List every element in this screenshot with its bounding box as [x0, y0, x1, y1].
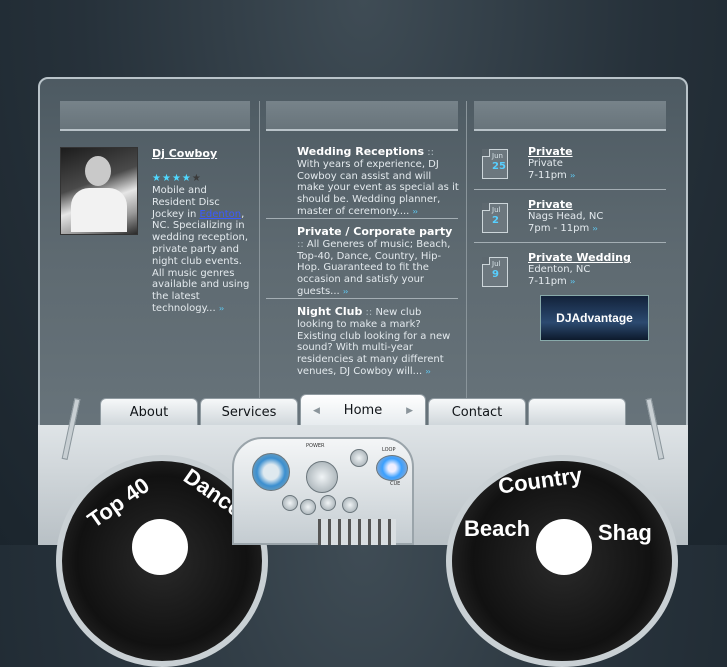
service-text: With years of experience, DJ Cowboy can …: [297, 158, 459, 217]
event-month: Jun: [492, 152, 503, 160]
event-place: Private: [528, 157, 563, 169]
service-title[interactable]: Private / Corporate party: [297, 225, 452, 238]
row-divider: [266, 298, 458, 299]
dj-mixer: POWER LOOP CUE: [232, 437, 414, 545]
more-arrow-icon[interactable]: ››: [343, 287, 349, 296]
left-column-header: [60, 101, 250, 131]
bio-text: , NC. Specializing in wedding reception,…: [152, 208, 250, 314]
row-divider: [474, 189, 666, 190]
record-label: [132, 519, 188, 575]
column-divider: [466, 101, 467, 401]
middle-column-header: [266, 101, 458, 131]
star-icon: ★: [161, 173, 172, 184]
dj-photo: [60, 147, 138, 235]
eq-knob[interactable]: [282, 495, 298, 511]
left-triangle-icon: ◀: [313, 406, 320, 416]
more-arrow-icon[interactable]: ››: [219, 304, 225, 313]
row-divider: [474, 242, 666, 243]
event-month: Jul: [492, 206, 501, 214]
service-title[interactable]: Night Club: [297, 305, 362, 318]
service-wedding: Wedding Receptions :: With years of expe…: [297, 146, 459, 218]
mixer-label-cue: CUE: [390, 481, 401, 487]
rating-stars: ★★★★★: [152, 166, 202, 185]
calendar-icon: Jul 9: [482, 257, 508, 287]
more-arrow-icon[interactable]: ››: [570, 171, 576, 180]
event-day: 25: [492, 161, 506, 172]
edenton-link[interactable]: Edenton: [200, 209, 242, 220]
more-arrow-icon[interactable]: ››: [592, 224, 598, 233]
photo-head: [85, 156, 111, 186]
service-nightclub: Night Club :: New club looking to make a…: [297, 306, 459, 378]
event-item: Private Nags Head, NC 7pm - 11pm ››: [528, 199, 668, 234]
tab-label: Home: [343, 403, 383, 418]
calendar-icon: Jul 2: [482, 203, 508, 233]
right-column-header: [474, 101, 666, 131]
mixer-label-loop: LOOP: [382, 447, 396, 453]
right-triangle-icon: ▶: [406, 406, 413, 416]
event-place: Nags Head, NC: [528, 210, 604, 222]
eq-knob[interactable]: [320, 495, 336, 511]
row-divider: [266, 218, 458, 219]
record-text-beach: Beach: [464, 516, 531, 541]
star-icon: ★: [152, 173, 162, 184]
dj-name-link[interactable]: Dj Cowboy: [152, 147, 217, 160]
record-label: [536, 519, 592, 575]
service-title[interactable]: Wedding Receptions: [297, 145, 424, 158]
cue-knob[interactable]: [350, 449, 368, 467]
event-place: Edenton, NC: [528, 263, 591, 275]
record-text-shag: Shag: [598, 520, 652, 545]
event-day: 9: [492, 269, 499, 280]
djadvantage-banner[interactable]: DJAdvantage: [540, 295, 649, 341]
event-time: 7-11pm: [528, 275, 567, 287]
event-title-link[interactable]: Private Wedding: [528, 252, 668, 264]
master-knob[interactable]: [306, 461, 338, 493]
cue-wheel-right[interactable]: [376, 455, 408, 481]
mixer-label-power: POWER: [306, 443, 325, 449]
more-arrow-icon[interactable]: ››: [413, 207, 419, 216]
star-icon: ★: [191, 173, 202, 184]
event-item: Private Wedding Edenton, NC 7-11pm ››: [528, 252, 668, 287]
star-icon: ★: [171, 173, 182, 184]
event-item: Private Private 7-11pm ››: [528, 146, 668, 181]
eq-knob[interactable]: [342, 497, 358, 513]
jog-wheel-left[interactable]: [252, 453, 290, 491]
separator: ::: [297, 238, 307, 250]
event-day: 2: [492, 215, 499, 226]
event-month: Jul: [492, 260, 501, 268]
fader-bank[interactable]: [318, 519, 396, 545]
photo-shirt: [71, 188, 127, 232]
tab-contact[interactable]: Contact: [428, 398, 526, 426]
more-arrow-icon[interactable]: ››: [570, 277, 576, 286]
event-time: 7-11pm: [528, 169, 567, 181]
star-icon: ★: [181, 173, 192, 184]
tab-about[interactable]: About: [100, 398, 198, 426]
eq-knob[interactable]: [300, 499, 316, 515]
tab-blank: [528, 398, 626, 426]
tab-services[interactable]: Services: [200, 398, 298, 426]
event-time: 7pm - 11pm: [528, 222, 590, 234]
separator: ::: [362, 307, 376, 318]
tab-label: About: [129, 405, 169, 420]
dj-bio: Mobile and Resident Disc Jockey in Edent…: [152, 185, 252, 315]
tab-home[interactable]: ◀ Home ▶: [300, 394, 426, 426]
calendar-icon: Jun 25: [482, 149, 508, 179]
event-title-link[interactable]: Private: [528, 199, 668, 211]
service-text: All Generes of music; Beach, Top-40, Dan…: [297, 238, 451, 297]
column-divider: [259, 101, 260, 401]
tab-label: Contact: [451, 405, 503, 420]
service-private: Private / Corporate party :: All Generes…: [297, 226, 459, 298]
tab-label: Services: [221, 405, 277, 420]
separator: ::: [424, 147, 434, 158]
event-title-link[interactable]: Private: [528, 146, 668, 158]
more-arrow-icon[interactable]: ››: [425, 367, 431, 376]
